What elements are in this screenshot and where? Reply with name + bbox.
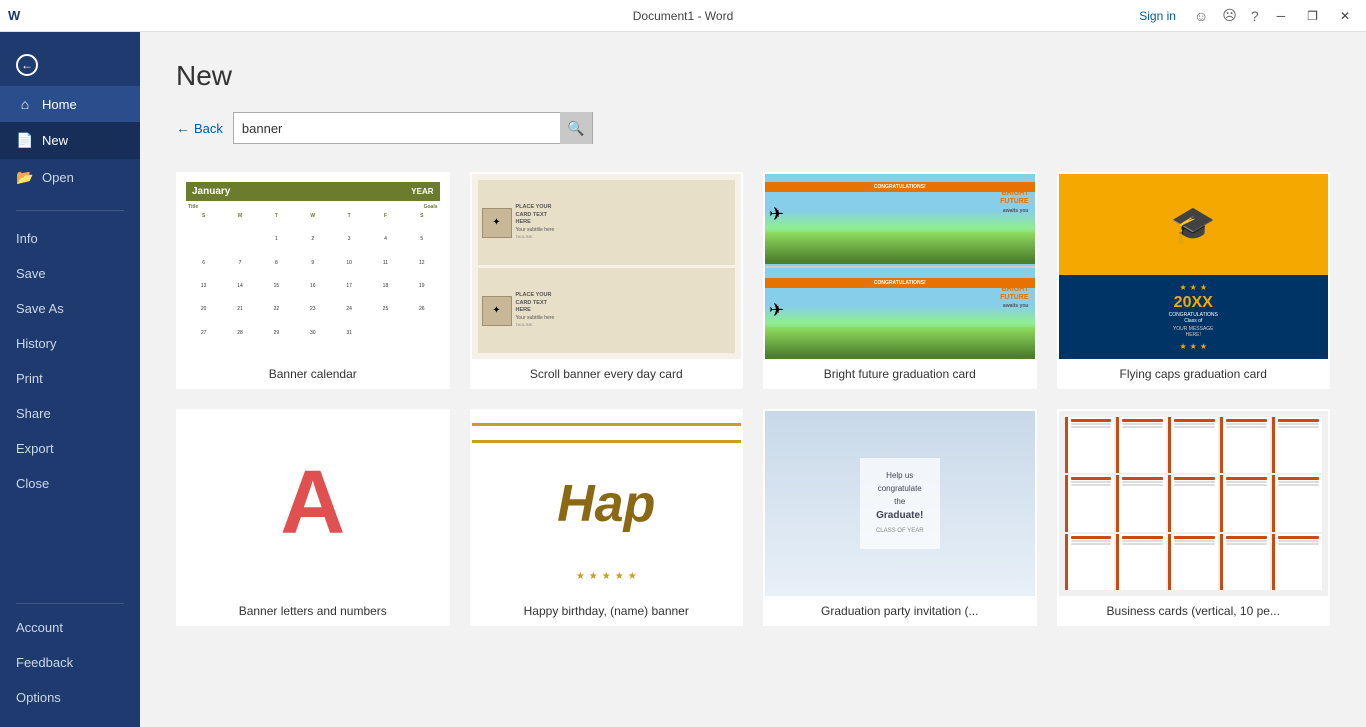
sidebar-item-close-label: Close	[16, 476, 49, 491]
template-thumb-banner-letters: A	[178, 411, 448, 596]
template-label-happy-birthday: Happy birthday, (name) banner	[520, 596, 693, 624]
gradparty-text: Help uscongratulatetheGraduate! CLASS OF…	[876, 470, 924, 537]
sidebar-item-open[interactable]: 📂 Open	[0, 159, 140, 196]
sidebar-item-share-label: Share	[16, 406, 51, 421]
restore-button[interactable]: ❐	[1299, 7, 1326, 25]
sidebar-item-print[interactable]: Print	[0, 361, 140, 396]
scroll-img-top: ✦	[482, 208, 512, 238]
search-row: ← Back 🔍	[176, 112, 1330, 144]
template-card-bright-future[interactable]: CONGRATULATIONS! BRIGHTFUTUREawaits you …	[763, 172, 1037, 389]
sidebar-item-feedback-label: Feedback	[16, 655, 73, 670]
new-icon: 📄	[16, 132, 34, 149]
content-area: New ← Back 🔍 January YEAR	[140, 32, 1366, 727]
template-card-flying-caps[interactable]: 🎓 ★★★ 20XX CONGRATULATIONSClass of YOUR …	[1057, 172, 1331, 389]
close-button[interactable]: ✕	[1332, 7, 1358, 25]
minimize-button[interactable]: ─	[1269, 7, 1294, 25]
template-thumb-bright-future: CONGRATULATIONS! BRIGHTFUTUREawaits you …	[765, 174, 1035, 359]
template-thumb-banner-calendar: January YEAR Title Goals SMTWTFS 12345 6…	[178, 174, 448, 359]
template-label-banner-calendar: Banner calendar	[265, 359, 361, 387]
sidebar-item-account-label: Account	[16, 620, 63, 635]
template-thumb-grad-party: Help uscongratulatetheGraduate! CLASS OF…	[765, 411, 1035, 596]
template-card-happy-birthday[interactable]: Hap ★★★★★ Happy birthday, (name) banner	[470, 409, 744, 626]
sidebar-item-new[interactable]: 📄 New	[0, 122, 140, 159]
big-letter-a: A	[280, 452, 345, 555]
sidebar-item-options[interactable]: Options	[0, 680, 140, 715]
template-thumb-biz-cards	[1059, 411, 1329, 596]
sidebar: ← ⌂ Home 📄 New 📂 Open Info Save	[0, 32, 140, 727]
sidebar-item-new-label: New	[42, 133, 68, 148]
template-card-grad-party[interactable]: Help uscongratulatetheGraduate! CLASS OF…	[763, 409, 1037, 626]
sidebar-item-account[interactable]: Account	[0, 610, 140, 645]
template-label-grad-party: Graduation party invitation (...	[817, 596, 982, 624]
sidebar-bottom: Account Feedback Options	[0, 610, 140, 727]
sidebar-item-info[interactable]: Info	[0, 221, 140, 256]
search-button[interactable]: 🔍	[560, 112, 592, 144]
template-label-biz-cards: Business cards (vertical, 10 pe...	[1103, 596, 1284, 624]
frown-icon[interactable]: ☹	[1218, 5, 1241, 26]
back-link[interactable]: ← Back	[176, 120, 223, 136]
sidebar-item-info-label: Info	[16, 231, 38, 246]
window-title: Document1 - Word	[633, 9, 733, 23]
smile-icon[interactable]: ☺	[1190, 6, 1212, 26]
sidebar-item-options-label: Options	[16, 690, 61, 705]
sidebar-item-history[interactable]: History	[0, 326, 140, 361]
sidebar-divider-2	[16, 603, 124, 604]
sidebar-item-print-label: Print	[16, 371, 43, 386]
sidebar-item-open-label: Open	[42, 170, 74, 185]
sidebar-back-button[interactable]: ←	[0, 44, 140, 86]
search-input[interactable]	[234, 121, 560, 136]
template-label-banner-letters: Banner letters and numbers	[235, 596, 391, 624]
page-title: New	[176, 60, 1330, 92]
template-card-scroll-banner[interactable]: ✦ PLACE YOURCARD TEXTHERE Your subtitle …	[470, 172, 744, 389]
title-bar: W Document1 - Word Sign in ☺ ☹ ? ─ ❐ ✕	[0, 0, 1366, 32]
sidebar-divider-1	[16, 210, 124, 211]
sidebar-menu: Info Save Save As History Print Share Ex…	[0, 217, 140, 597]
flying-msg: CONGRATULATIONSClass of	[1169, 312, 1218, 324]
app-body: ← ⌂ Home 📄 New 📂 Open Info Save	[0, 32, 1366, 727]
search-box: 🔍	[233, 112, 593, 144]
scroll-img-bottom: ✦	[482, 296, 512, 326]
sidebar-item-save-as-label: Save As	[16, 301, 64, 316]
open-icon: 📂	[16, 169, 34, 186]
sidebar-item-save[interactable]: Save	[0, 256, 140, 291]
template-label-bright-future: Bright future graduation card	[820, 359, 980, 387]
template-label-flying-caps: Flying caps graduation card	[1116, 359, 1271, 387]
sidebar-item-feedback[interactable]: Feedback	[0, 645, 140, 680]
birthday-text: Hap	[557, 474, 655, 534]
sidebar-item-close[interactable]: Close	[0, 466, 140, 501]
flying-year: 20XX	[1174, 294, 1213, 312]
template-grid: January YEAR Title Goals SMTWTFS 12345 6…	[176, 172, 1330, 626]
home-icon: ⌂	[16, 96, 34, 112]
sidebar-item-share[interactable]: Share	[0, 396, 140, 431]
back-circle-icon: ←	[16, 54, 38, 76]
sidebar-item-save-as[interactable]: Save As	[0, 291, 140, 326]
back-link-label: Back	[194, 121, 223, 136]
template-thumb-flying-caps: 🎓 ★★★ 20XX CONGRATULATIONSClass of YOUR …	[1059, 174, 1329, 359]
back-arrow-icon: ←	[176, 120, 190, 136]
sidebar-item-history-label: History	[16, 336, 56, 351]
template-card-banner-letters[interactable]: A Banner letters and numbers	[176, 409, 450, 626]
template-card-banner-calendar[interactable]: January YEAR Title Goals SMTWTFS 12345 6…	[176, 172, 450, 389]
sidebar-item-export-label: Export	[16, 441, 54, 456]
template-label-scroll-banner: Scroll banner every day card	[526, 359, 687, 387]
graduation-cap-icon: 🎓	[1171, 204, 1216, 246]
sidebar-item-home[interactable]: ⌂ Home	[0, 86, 140, 122]
template-thumb-happy-birthday: Hap ★★★★★	[472, 411, 742, 596]
sidebar-item-save-label: Save	[16, 266, 46, 281]
template-card-biz-cards[interactable]: Business cards (vertical, 10 pe...	[1057, 409, 1331, 626]
template-thumb-scroll-banner: ✦ PLACE YOURCARD TEXTHERE Your subtitle …	[472, 174, 742, 359]
sidebar-item-home-label: Home	[42, 97, 77, 112]
sign-in-link[interactable]: Sign in	[1139, 9, 1176, 23]
help-icon[interactable]: ?	[1247, 6, 1263, 26]
sidebar-item-export[interactable]: Export	[0, 431, 140, 466]
